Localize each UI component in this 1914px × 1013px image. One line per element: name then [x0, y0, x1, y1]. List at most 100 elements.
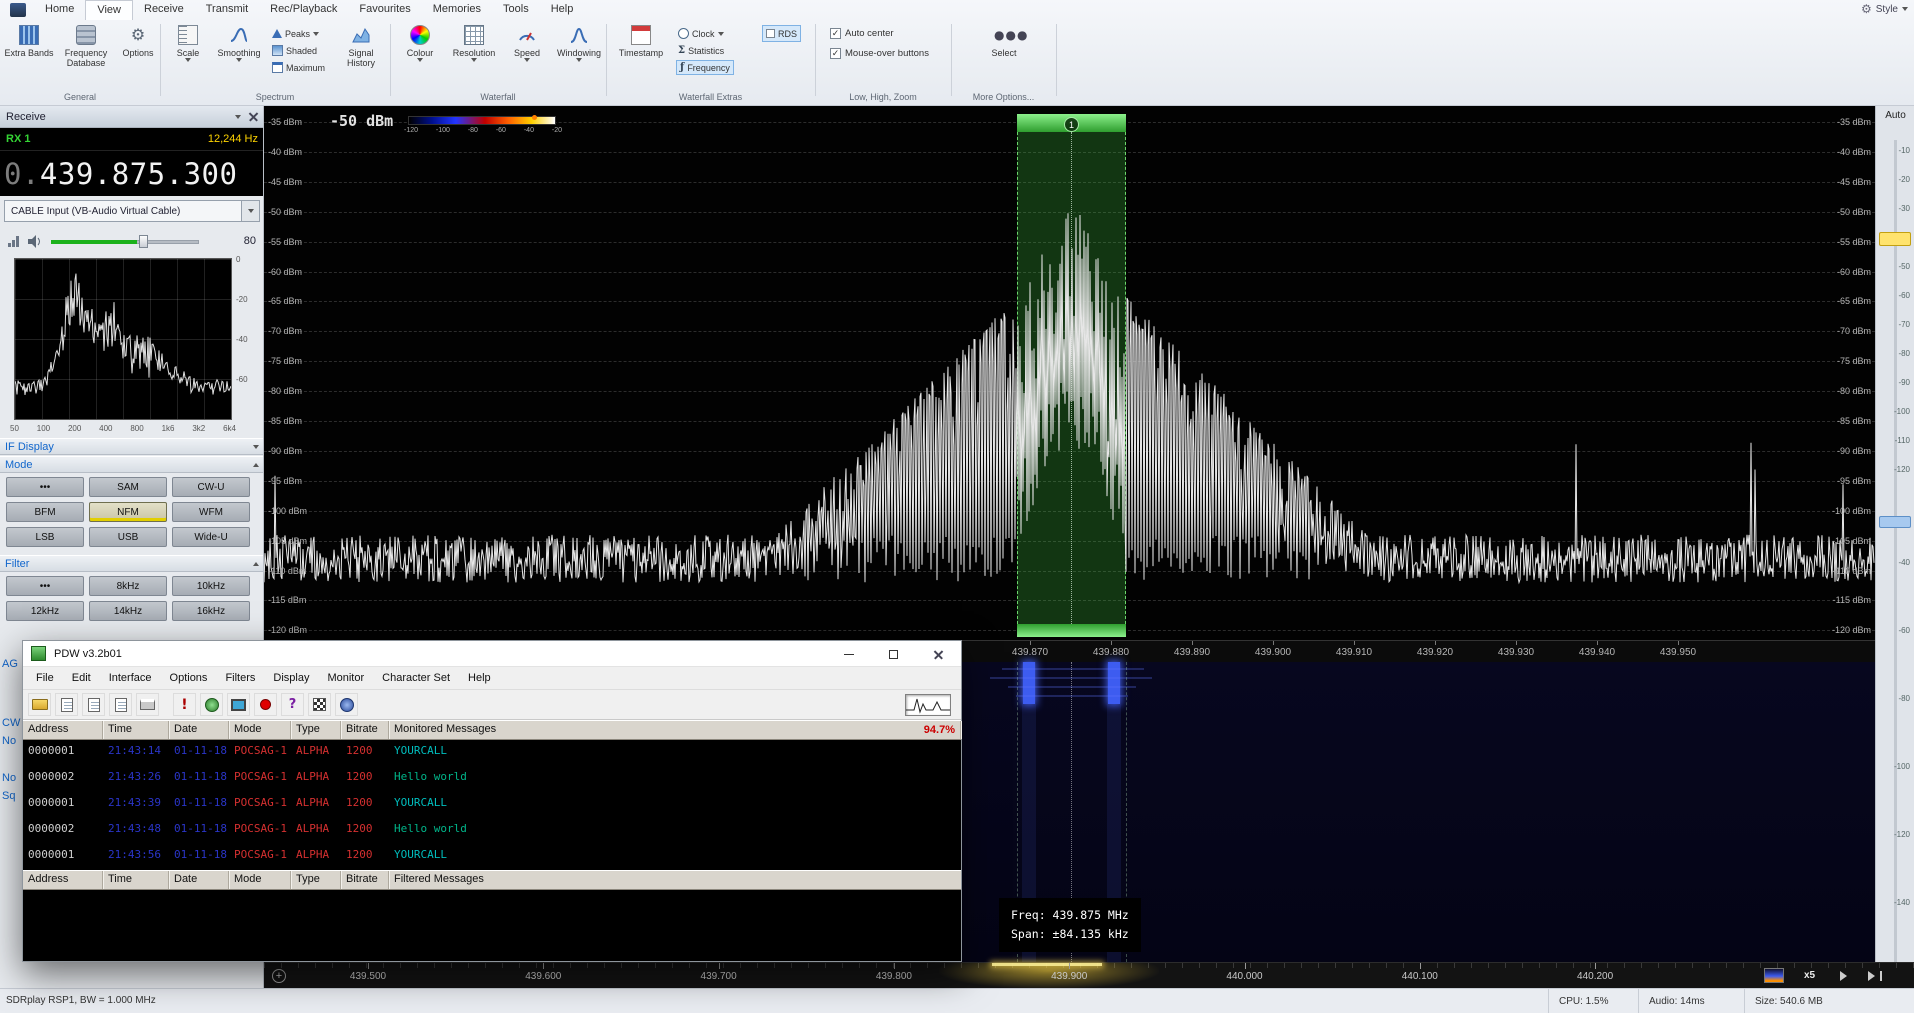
- pdw-tool-paste-icon[interactable]: [109, 693, 132, 716]
- section-if-display[interactable]: IF Display: [0, 438, 264, 455]
- app-menu-icon[interactable]: [10, 3, 26, 17]
- mode-button-wfm[interactable]: WFM: [172, 502, 250, 522]
- pdw-menu-help[interactable]: Help: [459, 672, 500, 684]
- shaded-menu-item[interactable]: Shaded: [272, 43, 317, 58]
- waterfall-thumbnail-icon[interactable]: [1764, 968, 1784, 983]
- column-header-type[interactable]: Type: [291, 721, 341, 739]
- frequency-database-button[interactable]: Frequency Database: [58, 24, 114, 90]
- scroll-right-icon[interactable]: [1840, 971, 1847, 981]
- chevron-down-icon[interactable]: [235, 115, 241, 119]
- rx-marker-badge[interactable]: 1: [1064, 117, 1079, 132]
- maximize-button[interactable]: [871, 641, 916, 667]
- pdw-menu-interface[interactable]: Interface: [100, 672, 161, 684]
- mode-button-item[interactable]: •••: [6, 477, 84, 497]
- column-header-address[interactable]: Address: [23, 721, 103, 739]
- monitored-messages-header[interactable]: AddressTimeDateModeTypeBitrateMonitored …: [23, 720, 961, 740]
- ribbon-tab-home[interactable]: Home: [34, 0, 85, 20]
- pdw-tool-record-icon[interactable]: [254, 693, 277, 716]
- clock-menu-item[interactable]: Clock: [678, 26, 724, 41]
- ribbon-tab-memories[interactable]: Memories: [422, 0, 492, 20]
- scale-button[interactable]: Scale: [166, 24, 210, 90]
- message-row[interactable]: 000000221:43:2601-11-18POCSAG-1ALPHA1200…: [23, 766, 961, 792]
- message-row[interactable]: 000000121:43:1401-11-18POCSAG-1ALPHA1200…: [23, 740, 961, 766]
- message-row[interactable]: 000000121:43:3901-11-18POCSAG-1ALPHA1200…: [23, 792, 961, 818]
- pdw-menu-monitor[interactable]: Monitor: [318, 672, 373, 684]
- windowing-button[interactable]: Windowing: [552, 24, 606, 90]
- column-header-time[interactable]: Time: [103, 721, 169, 739]
- volume-slider-handle[interactable]: [139, 235, 148, 248]
- section-filter[interactable]: Filter: [0, 555, 264, 572]
- close-button[interactable]: [916, 641, 961, 667]
- ribbon-tab-help[interactable]: Help: [540, 0, 585, 20]
- pdw-tool-web-icon[interactable]: [335, 693, 358, 716]
- pdw-menu-options[interactable]: Options: [161, 672, 217, 684]
- mode-button-wide-u[interactable]: Wide-U: [172, 527, 250, 547]
- column-header-date[interactable]: Date: [169, 721, 229, 739]
- message-row[interactable]: 000000221:43:4801-11-18POCSAG-1ALPHA1200…: [23, 818, 961, 844]
- ribbon-tab-rec-playback[interactable]: Rec/Playback: [259, 0, 348, 20]
- spectrum-display[interactable]: 1 -50 dBm -120-100-80-60-40-20 -35 dBm-3…: [264, 106, 1875, 640]
- maximum-menu-item[interactable]: Maximum: [272, 60, 325, 75]
- auto-range-button[interactable]: Auto: [1876, 110, 1914, 121]
- frequency-display[interactable]: 0. 439.875.300: [0, 151, 264, 196]
- checkbox-checked-icon[interactable]: ✓: [830, 48, 841, 59]
- mode-button-sam[interactable]: SAM: [89, 477, 167, 497]
- filter-button-14khz[interactable]: 14kHz: [89, 601, 167, 621]
- pdw-tool-copy-page-icon[interactable]: [55, 693, 78, 716]
- pdw-tool-copy-pages-icon[interactable]: [82, 693, 105, 716]
- monitored-messages-list[interactable]: 000000121:43:1401-11-18POCSAG-1ALPHA1200…: [23, 740, 961, 870]
- pdw-menu-file[interactable]: File: [27, 672, 63, 684]
- pdw-tool-open-folder-icon[interactable]: [28, 693, 51, 716]
- section-mode[interactable]: Mode: [0, 456, 264, 473]
- close-icon[interactable]: [249, 112, 258, 121]
- column-header-mode[interactable]: Mode: [229, 721, 291, 739]
- ribbon-tab-receive[interactable]: Receive: [133, 0, 195, 20]
- filtered-messages-header[interactable]: AddressTimeDateModeTypeBitrateFiltered M…: [23, 870, 961, 890]
- timestamp-button[interactable]: Timestamp: [614, 24, 668, 90]
- filter-button-10khz[interactable]: 10kHz: [172, 576, 250, 596]
- volume-slider[interactable]: [51, 234, 199, 248]
- mouse-over-buttons-checkbox-row[interactable]: ✓ Mouse-over buttons: [830, 48, 929, 59]
- filter-button-8khz[interactable]: 8kHz: [89, 576, 167, 596]
- frequency-menu-item[interactable]: ƒ Frequency: [676, 60, 734, 75]
- smoothing-button[interactable]: Smoothing: [212, 24, 266, 90]
- pdw-titlebar[interactable]: PDW v3.2b01: [23, 641, 961, 667]
- column-header-bitrate[interactable]: Bitrate: [341, 721, 389, 739]
- peaks-menu-item[interactable]: Peaks: [272, 26, 319, 41]
- pdw-menu-filters[interactable]: Filters: [216, 672, 264, 684]
- checkbox-checked-icon[interactable]: ✓: [830, 28, 841, 39]
- signal-history-button[interactable]: Signal History: [334, 24, 388, 90]
- pdw-decoder-window[interactable]: PDW v3.2b01 FileEditInterfaceOptionsFilt…: [22, 640, 962, 962]
- select-button[interactable]: ●●● Select: [978, 24, 1030, 90]
- pdw-tool-monitor-icon[interactable]: [227, 693, 250, 716]
- filter-button-16khz[interactable]: 16kHz: [172, 601, 250, 621]
- options-button[interactable]: ⚙ Options: [116, 24, 160, 90]
- pdw-tool-globe-icon[interactable]: [200, 693, 223, 716]
- rds-checkbox[interactable]: [766, 29, 775, 38]
- pdw-tool-alert-icon[interactable]: !: [173, 693, 196, 716]
- column-header-date[interactable]: Date: [169, 871, 229, 889]
- pdw-tool-print-icon[interactable]: [136, 693, 159, 716]
- low-range-slider-handle[interactable]: [1879, 232, 1911, 246]
- pdw-menu-edit[interactable]: Edit: [63, 672, 100, 684]
- extra-bands-button[interactable]: Extra Bands: [4, 24, 54, 90]
- mode-button-bfm[interactable]: BFM: [6, 502, 84, 522]
- ribbon-tab-view[interactable]: View: [85, 0, 133, 20]
- mode-button-usb[interactable]: USB: [89, 527, 167, 547]
- column-header-time[interactable]: Time: [103, 871, 169, 889]
- column-header-type[interactable]: Type: [291, 871, 341, 889]
- ribbon-tab-tools[interactable]: Tools: [492, 0, 540, 20]
- pdw-menu-character-set[interactable]: Character Set: [373, 672, 459, 684]
- pdw-tool-checker-flag-icon[interactable]: [308, 693, 331, 716]
- ribbon-tab-transmit[interactable]: Transmit: [195, 0, 259, 20]
- high-range-slider-handle[interactable]: [1879, 516, 1911, 528]
- mode-button-cw-u[interactable]: CW-U: [172, 477, 250, 497]
- column-header-bitrate[interactable]: Bitrate: [341, 871, 389, 889]
- style-selector[interactable]: ⚙ Style: [1861, 3, 1908, 15]
- speaker-icon[interactable]: [27, 235, 43, 248]
- statistics-menu-item[interactable]: Σ Statistics: [678, 43, 724, 58]
- filter-button-item[interactable]: •••: [6, 576, 84, 596]
- mode-button-lsb[interactable]: LSB: [6, 527, 84, 547]
- filtered-messages-list[interactable]: [23, 890, 961, 961]
- zoom-icon[interactable]: +: [272, 969, 286, 983]
